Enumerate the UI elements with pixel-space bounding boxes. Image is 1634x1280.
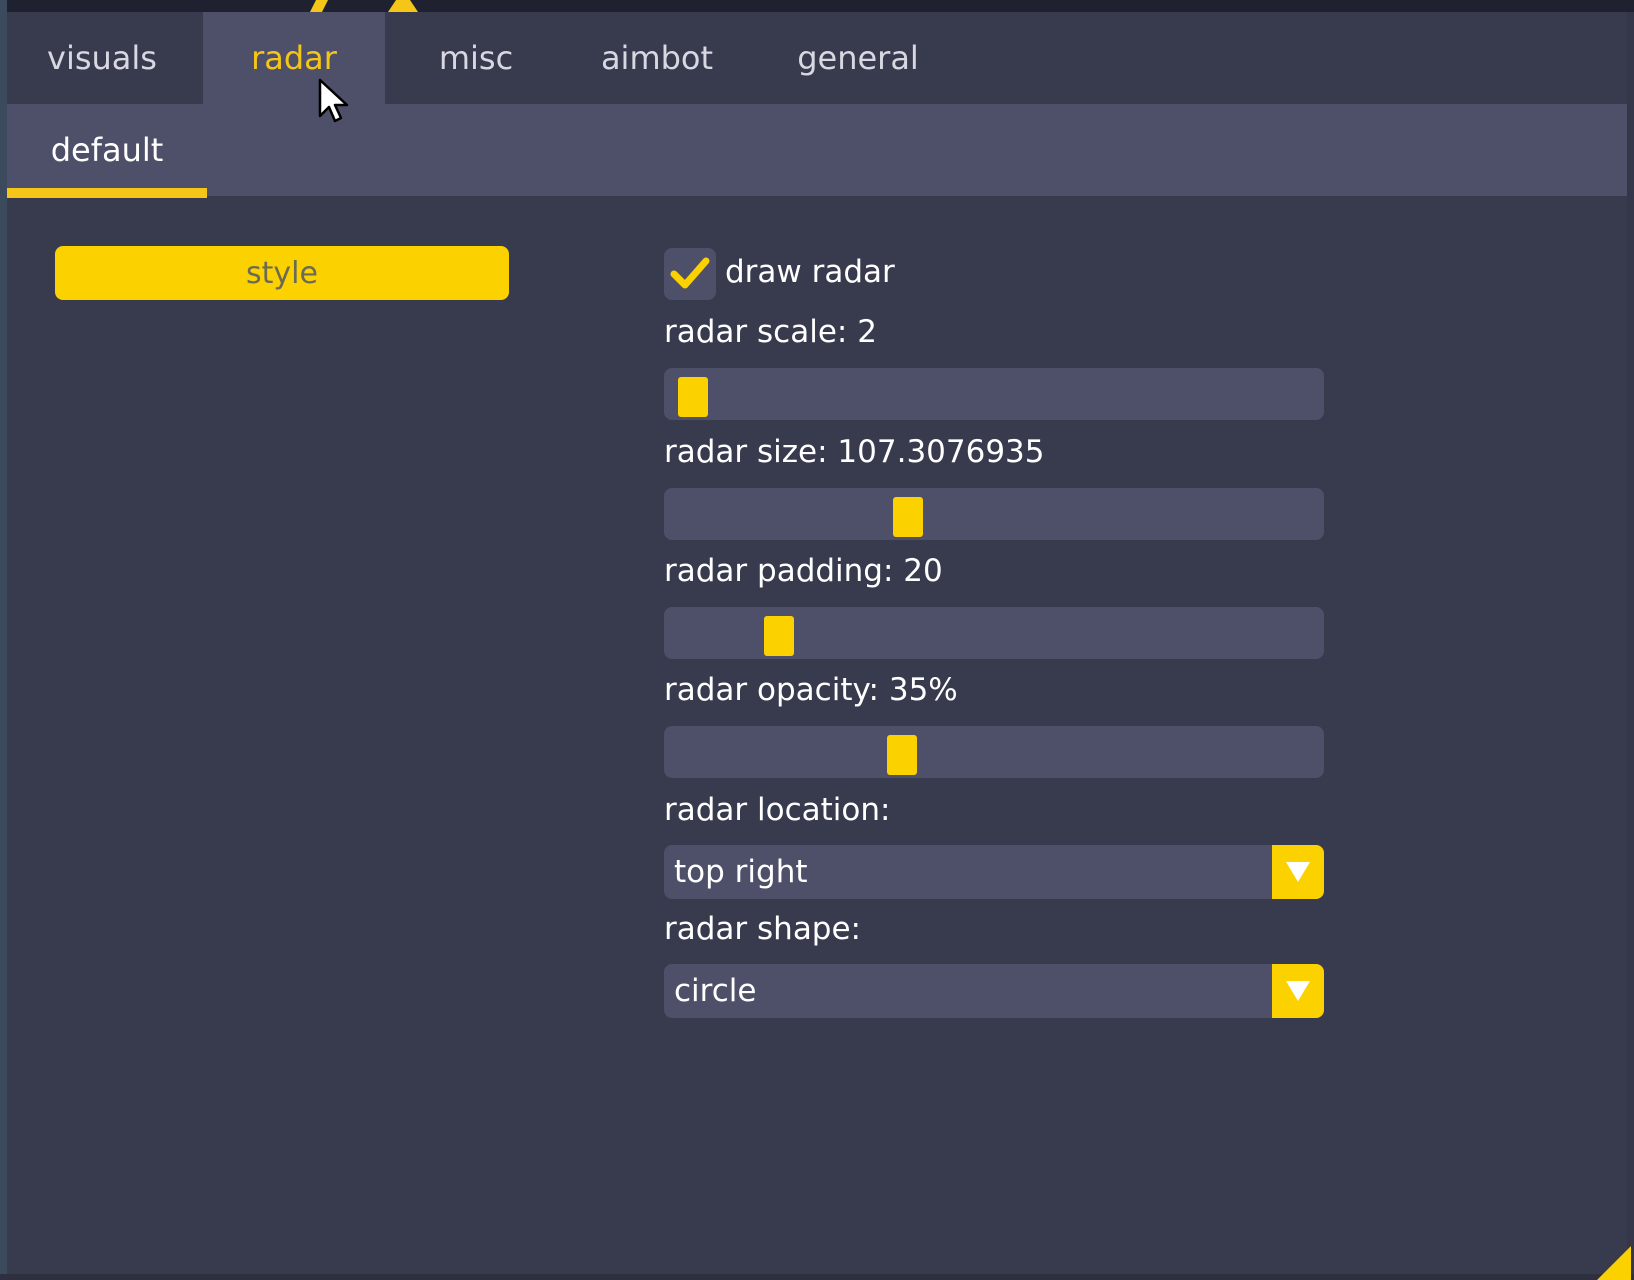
radar-location-value: top right (674, 854, 808, 890)
radar-shape-toggle[interactable] (1272, 964, 1324, 1018)
radar-padding-label: radar padding: 20 (664, 553, 943, 589)
radar-shape-value: circle (674, 973, 757, 1009)
main-tab-bar: visuals radar misc aimbot general (7, 12, 1627, 104)
radar-scale-label: radar scale: 2 (664, 314, 877, 350)
top-markers-icon (310, 0, 418, 12)
check-icon (670, 257, 710, 289)
radar-scale-thumb[interactable] (678, 377, 709, 417)
tab-radar[interactable]: radar (203, 12, 385, 104)
subtab-default[interactable]: default (7, 104, 207, 196)
background-window-edge (0, 0, 7, 1274)
triangle-down-icon (1286, 981, 1310, 1001)
radar-location-label: radar location: (664, 792, 891, 828)
radar-shape-dropdown[interactable]: circle (664, 964, 1324, 1018)
sub-tab-bar: default (7, 104, 1627, 198)
radar-opacity-label: radar opacity: 35% (664, 672, 958, 708)
draw-radar-checkbox[interactable] (664, 248, 716, 300)
radar-location-dropdown[interactable]: top right (664, 845, 1324, 899)
arrow-cursor-icon (318, 78, 349, 123)
tab-aimbot[interactable]: aimbot (567, 12, 747, 104)
radar-opacity-slider[interactable] (664, 726, 1324, 778)
radar-size-slider[interactable] (664, 488, 1324, 540)
active-subtab-indicator (7, 188, 207, 198)
radar-size-thumb[interactable] (893, 497, 924, 537)
radar-shape-label: radar shape: (664, 911, 862, 947)
triangle-down-icon (1286, 862, 1310, 882)
top-strip (0, 0, 1634, 12)
tab-general[interactable]: general (753, 12, 963, 104)
radar-opacity-thumb[interactable] (886, 735, 917, 775)
draw-radar-label: draw radar (725, 254, 895, 290)
resize-grip-icon[interactable] (1597, 1246, 1631, 1280)
tab-misc[interactable]: misc (391, 12, 561, 104)
tab-visuals[interactable]: visuals (7, 12, 197, 104)
radar-padding-thumb[interactable] (764, 616, 795, 656)
style-button[interactable]: style (55, 246, 509, 300)
radar-location-toggle[interactable] (1272, 845, 1324, 899)
app-stage: visuals radar misc aimbot general defaul… (0, 0, 1634, 1280)
settings-window: visuals radar misc aimbot general defaul… (7, 12, 1631, 1280)
radar-scale-slider[interactable] (664, 368, 1324, 420)
radar-padding-slider[interactable] (664, 607, 1324, 659)
radar-size-label: radar size: 107.3076935 (664, 434, 1045, 470)
